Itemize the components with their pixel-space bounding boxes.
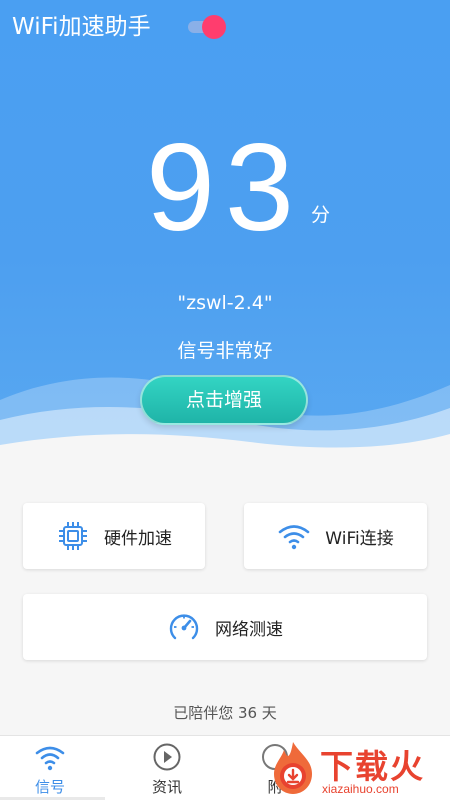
tab-news[interactable]: 资讯: [117, 736, 217, 801]
chip-icon: [59, 522, 87, 550]
flame-logo-icon: [274, 742, 312, 794]
wifi-connect-card[interactable]: WiFi连接: [244, 503, 427, 569]
boost-button[interactable]: 点击增强: [140, 375, 308, 425]
speedometer-icon: [169, 614, 199, 640]
companion-days: 已陪伴您 36 天: [173, 704, 277, 722]
watermark-url: xiazaihuo.com: [322, 782, 399, 796]
tab-label-signal: 信号: [34, 778, 65, 796]
tab-signal[interactable]: 信号: [0, 736, 100, 801]
card-label-wifi: WiFi连接: [325, 528, 394, 549]
signal-status: 信号非常好: [177, 340, 273, 362]
watermark: 下载火 xiazaihuo.com: [262, 738, 450, 800]
signal-score: 93: [146, 119, 304, 257]
tab-label-news: 资讯: [151, 778, 182, 796]
card-label-speed: 网络测速: [215, 619, 283, 640]
speed-test-card[interactable]: 网络测速: [23, 594, 427, 660]
boost-toggle[interactable]: [186, 15, 230, 39]
hardware-acceleration-card[interactable]: 硬件加速: [23, 503, 205, 569]
play-icon: [153, 743, 181, 771]
wifi-icon: [278, 525, 310, 550]
score-unit: 分: [311, 204, 331, 226]
watermark-text: 下载火: [320, 747, 425, 786]
network-ssid: "zswl-2.4": [177, 292, 273, 314]
toggle-knob: [202, 15, 226, 39]
app-title: WiFi加速助手: [12, 14, 151, 40]
card-label-hardware: 硬件加速: [104, 528, 172, 549]
wifi-icon: [35, 746, 65, 771]
